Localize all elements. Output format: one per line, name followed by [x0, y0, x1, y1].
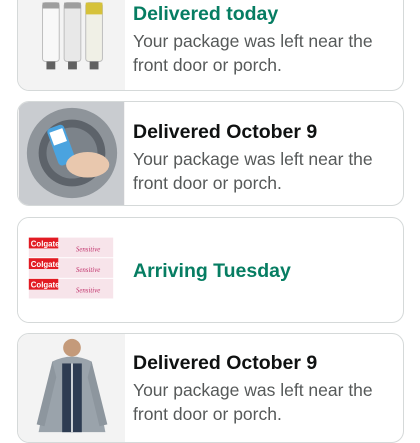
order-card-delivered-oct9-hoodie[interactable]: Delivered October 9 Your package was lef… [17, 333, 404, 443]
product-image-hoodie [18, 334, 125, 442]
svg-text:Colgate: Colgate [31, 239, 60, 248]
product-image-washer-cleaner [18, 102, 125, 205]
toothpaste-icon: Colgate Sensitive Colgate Sensitive Colg… [28, 237, 114, 299]
water-filter-icon [42, 2, 103, 70]
delivery-detail: Your package was left near the front doo… [133, 149, 373, 193]
svg-text:Colgate: Colgate [31, 260, 60, 269]
order-card-arriving-tuesday[interactable]: Colgate Sensitive Colgate Sensitive Colg… [17, 217, 404, 323]
product-image-water-filters [18, 0, 125, 90]
product-image-toothpaste: Colgate Sensitive Colgate Sensitive Colg… [18, 218, 125, 322]
hoodie-icon [36, 338, 108, 433]
delivery-status: Delivered today [133, 3, 279, 25]
svg-text:Colgate: Colgate [31, 281, 60, 290]
delivery-detail: Your package was left near the front doo… [133, 31, 373, 75]
order-card-delivered-oct9-washer[interactable]: Delivered October 9 Your package was lef… [17, 101, 404, 206]
order-card-delivered-today[interactable]: Delivered today Your package was left ne… [17, 0, 404, 91]
washing-machine-icon [19, 102, 124, 205]
delivery-status: Delivered October 9 [133, 121, 318, 143]
delivery-detail: Your package was left near the front doo… [133, 380, 373, 424]
svg-text:Sensitive: Sensitive [76, 246, 100, 253]
svg-text:Sensitive: Sensitive [76, 288, 100, 295]
delivery-status: Delivered October 9 [133, 352, 318, 374]
svg-text:Sensitive: Sensitive [76, 267, 100, 274]
delivery-status: Arriving Tuesday [133, 260, 291, 282]
